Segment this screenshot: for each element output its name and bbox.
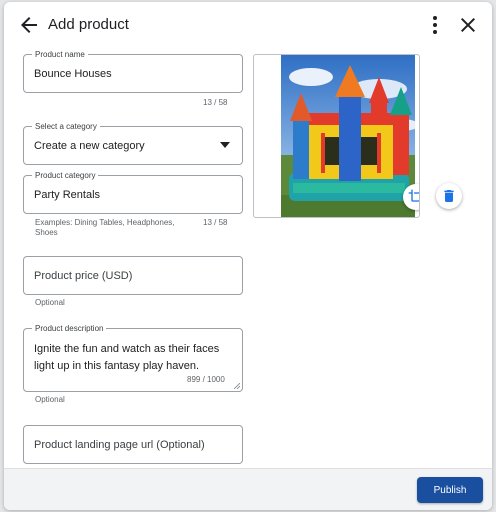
product-name-value: Bounce Houses — [34, 68, 112, 80]
product-description-hint: Optional — [35, 395, 65, 404]
category-select-label: Select a category — [32, 121, 100, 132]
product-category-value: Party Rentals — [34, 189, 101, 201]
product-description-field[interactable]: Product description Ignite the fun and w… — [23, 323, 243, 392]
product-price-placeholder: Product price (USD) — [34, 270, 133, 282]
category-select[interactable]: Select a category Create a new category — [23, 121, 243, 165]
more-vert-icon[interactable] — [423, 13, 447, 37]
bounce-house-image — [281, 55, 415, 217]
publish-button[interactable]: Publish — [417, 477, 483, 503]
dialog-footer: Publish — [4, 468, 492, 510]
landing-page-url-field[interactable]: Product landing page url (Optional) — [23, 425, 243, 464]
add-product-dialog: Add product Product name Bounce Houses 1… — [4, 2, 492, 510]
product-category-hint: Examples: Dining Tables, Headphones, Sho… — [35, 218, 175, 237]
product-category-field[interactable]: Product category Party Rentals — [23, 170, 243, 214]
product-image-frame — [253, 54, 420, 218]
product-category-counter: 13 / 58 — [203, 218, 228, 227]
dialog-title: Add product — [48, 16, 129, 33]
delete-icon[interactable] — [436, 183, 462, 209]
product-description-counter: 899 / 1000 — [187, 375, 225, 384]
resize-handle-icon[interactable] — [234, 383, 240, 389]
product-name-field[interactable]: Product name Bounce Houses — [23, 49, 243, 93]
landing-page-url-placeholder: Product landing page url (Optional) — [34, 439, 205, 451]
product-description-value: Ignite the fun and watch as their faces … — [34, 343, 220, 372]
product-name-label: Product name — [32, 49, 88, 60]
product-price-hint: Optional — [35, 298, 65, 307]
product-price-field[interactable]: Product price (USD) — [23, 256, 243, 295]
dialog-header: Add product — [4, 2, 492, 46]
arrow-back-icon[interactable] — [17, 13, 41, 37]
close-icon[interactable] — [456, 13, 480, 37]
dropdown-arrow-icon — [220, 142, 230, 148]
product-description-label: Product description — [32, 323, 107, 334]
product-category-label: Product category — [32, 170, 99, 181]
category-select-value: Create a new category — [34, 140, 145, 152]
product-name-counter: 13 / 58 — [203, 98, 228, 107]
